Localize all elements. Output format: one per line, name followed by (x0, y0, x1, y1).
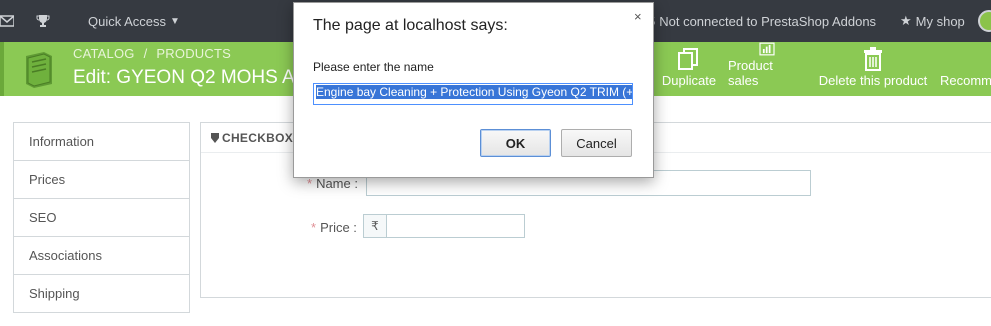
tab-associations[interactable]: Associations (14, 237, 189, 275)
page-title: Edit: GYEON Q2 MOHS A (73, 67, 295, 88)
quick-access-menu[interactable]: Quick Access ▼ (88, 0, 180, 42)
envelope-icon[interactable] (0, 0, 14, 42)
close-icon[interactable]: × (634, 9, 642, 24)
prompt-dialog: The page at localhost says: × Please ent… (293, 2, 654, 178)
star-icon: ★ (900, 13, 912, 28)
trophy-icon[interactable] (36, 0, 52, 42)
catalog-book-icon (18, 50, 58, 90)
recommend-button[interactable]: Recomm (940, 42, 991, 96)
name-label: * Name : (307, 176, 358, 191)
required-marker: * (311, 220, 317, 235)
toolbar-edge (0, 42, 4, 96)
duplicate-icon (678, 48, 698, 70)
prompt-input[interactable]: Engine bay Cleaning + Protection Using G… (313, 83, 633, 105)
breadcrumb-separator: / (143, 46, 148, 61)
bar-chart-icon (759, 42, 775, 56)
employee-avatar-button[interactable] (978, 0, 991, 42)
recommend-label: Recomm (940, 73, 991, 88)
breadcrumb-products[interactable]: PRODUCTS (156, 46, 231, 61)
avatar (978, 10, 991, 32)
name-label-text: Name : (316, 176, 358, 191)
duplicate-button[interactable]: Duplicate (660, 42, 718, 96)
delete-product-label: Delete this product (818, 73, 928, 88)
quick-access-label: Quick Access (88, 13, 167, 29)
price-input[interactable] (386, 214, 525, 238)
tab-seo[interactable]: SEO (14, 199, 189, 237)
caret-down-icon: ▼ (170, 15, 180, 27)
dialog-title: The page at localhost says: (313, 17, 508, 34)
cancel-button[interactable]: Cancel (561, 129, 632, 157)
product-sales-button[interactable]: Product sales (728, 42, 806, 96)
product-sales-label: Product sales (728, 58, 773, 88)
my-shop-label: My shop (915, 13, 965, 29)
breadcrumb-catalog[interactable]: CATALOG (73, 46, 135, 61)
addons-status-label: Not connected to PrestaShop Addons (659, 13, 877, 29)
product-tabs: Information Prices SEO Associations Ship… (13, 122, 190, 313)
required-marker: * (307, 176, 313, 191)
prompt-input-value: Engine bay Cleaning + Protection Using G… (316, 85, 633, 99)
currency-addon: ₹ (363, 214, 387, 238)
delete-product-button[interactable]: Delete this product (818, 42, 928, 96)
trash-icon (864, 47, 882, 71)
tab-shipping[interactable]: Shipping (14, 275, 189, 313)
tab-information[interactable]: Information (14, 123, 189, 161)
duplicate-label: Duplicate (661, 73, 717, 88)
ok-button[interactable]: OK (480, 129, 551, 157)
price-label: * Price : (311, 220, 357, 235)
dialog-message: Please enter the name (313, 60, 434, 74)
my-shop-link[interactable]: ★ My shop (900, 0, 965, 42)
shield-icon (211, 132, 219, 143)
breadcrumb: CATALOG / PRODUCTS (73, 46, 231, 61)
price-label-text: Price : (320, 220, 357, 235)
tab-prices[interactable]: Prices (14, 161, 189, 199)
addons-status-link[interactable]: 5 Not connected to PrestaShop Addons (648, 0, 876, 42)
